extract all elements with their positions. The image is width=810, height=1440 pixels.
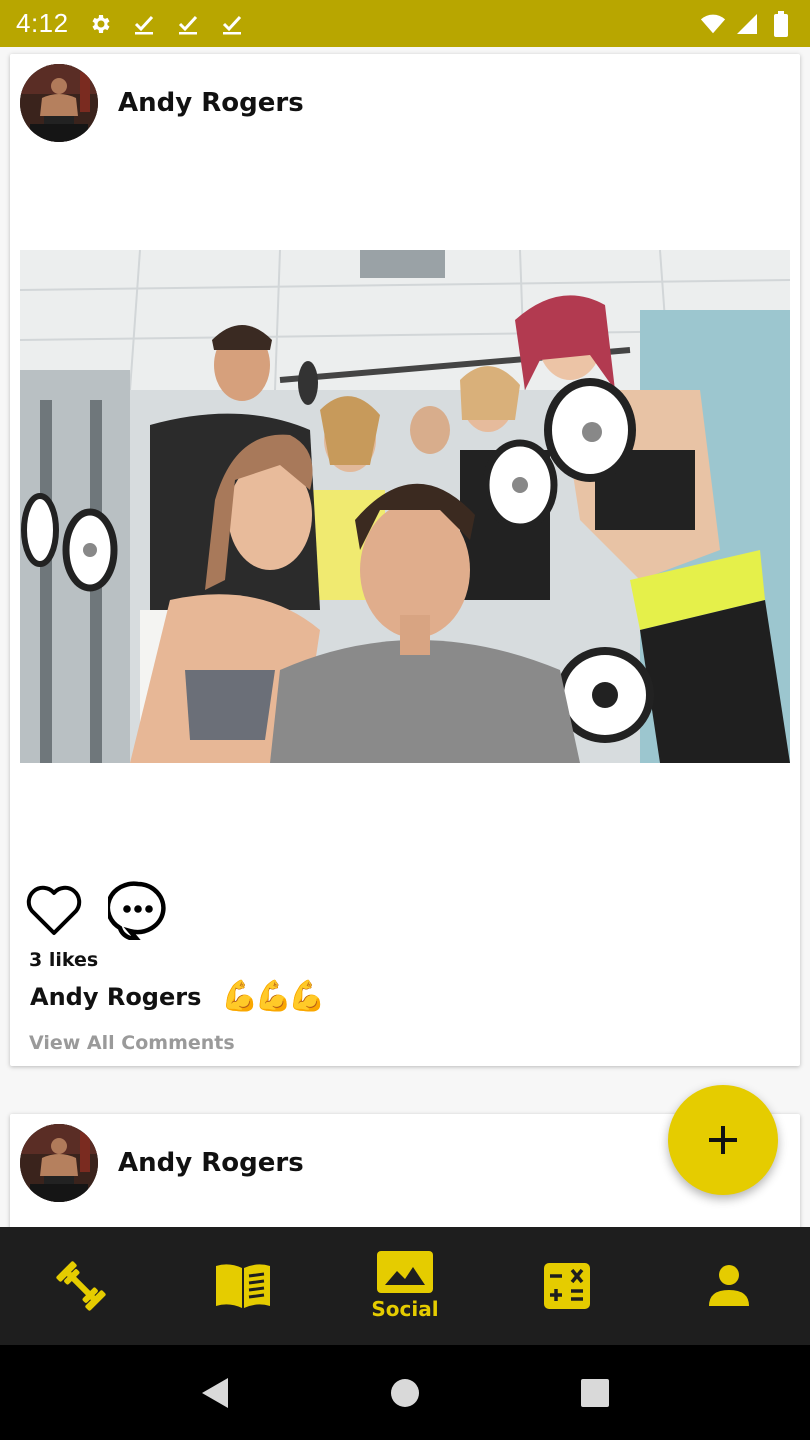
recents-button[interactable] xyxy=(571,1369,619,1417)
calculator-icon xyxy=(544,1263,590,1309)
add-post-button[interactable] xyxy=(668,1085,778,1195)
wifi-icon xyxy=(700,11,726,37)
plus-icon xyxy=(709,1126,737,1154)
nav-item-social[interactable]: Social xyxy=(324,1227,486,1345)
post-card: Andy Rogers xyxy=(10,54,800,1066)
home-button[interactable] xyxy=(381,1369,429,1417)
nav-item-calculator[interactable] xyxy=(486,1227,648,1345)
author-name[interactable]: Andy Rogers xyxy=(118,88,304,118)
bottom-navigation: Social xyxy=(0,1227,810,1345)
signal-icon xyxy=(734,11,760,37)
settings-icon xyxy=(87,11,113,37)
recents-icon xyxy=(581,1378,609,1407)
back-icon xyxy=(202,1377,228,1408)
post-header: Andy Rogers xyxy=(20,1124,304,1202)
download-done-icon xyxy=(175,11,201,37)
status-time: 4:12 xyxy=(16,8,69,38)
like-button[interactable] xyxy=(24,880,84,940)
post-actions xyxy=(24,880,168,940)
nav-item-workouts[interactable] xyxy=(0,1227,162,1345)
post-caption: Andy Rogers 💪💪💪 xyxy=(30,979,325,1014)
avatar[interactable] xyxy=(20,1124,98,1202)
nav-item-profile[interactable] xyxy=(648,1227,810,1345)
caption-author[interactable]: Andy Rogers xyxy=(30,983,201,1011)
social-feed[interactable]: Andy Rogers 3 likes Andy Rogers 💪💪💪 View… xyxy=(0,47,810,1227)
download-done-icon xyxy=(131,11,157,37)
comment-icon xyxy=(108,881,166,940)
download-done-icon xyxy=(219,11,245,37)
post-header: Andy Rogers xyxy=(20,64,304,142)
post-image xyxy=(20,250,790,763)
likes-count: 3 likes xyxy=(29,949,99,971)
battery-icon xyxy=(768,10,794,37)
avatar[interactable] xyxy=(20,64,98,142)
person-icon xyxy=(709,1265,749,1306)
system-navigation xyxy=(0,1345,810,1440)
nav-item-guides[interactable] xyxy=(162,1227,324,1345)
author-name[interactable]: Andy Rogers xyxy=(118,1148,304,1178)
view-all-comments-link[interactable]: View All Comments xyxy=(29,1032,235,1054)
comment-button[interactable] xyxy=(108,880,168,940)
book-icon xyxy=(216,1264,270,1308)
status-bar: 4:12 xyxy=(0,0,810,47)
back-button[interactable] xyxy=(191,1369,239,1417)
nav-label-social: Social xyxy=(371,1297,439,1321)
image-icon xyxy=(377,1251,433,1293)
heart-icon xyxy=(26,885,82,935)
caption-text: 💪💪💪 xyxy=(221,979,325,1014)
dumbbell-icon xyxy=(56,1261,106,1311)
home-icon xyxy=(391,1378,419,1407)
